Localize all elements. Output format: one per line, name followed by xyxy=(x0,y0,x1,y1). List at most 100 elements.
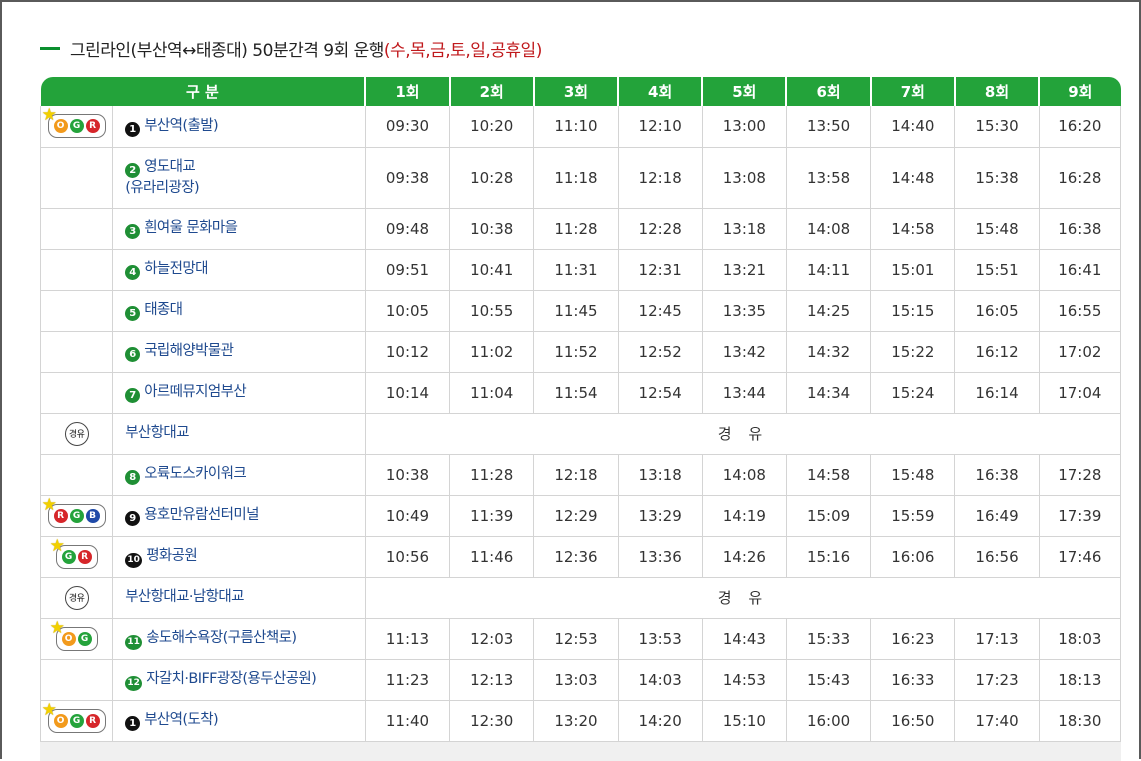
stop-label: 오륙도스카이워크 xyxy=(144,466,247,482)
transport-icon-cell xyxy=(39,372,114,414)
table-row: ★ G R 10 평화공원 10:56 11:46 12:36 13:36 14:26 15:16 1… xyxy=(39,536,1122,578)
time-cell-run-1: 10:05 xyxy=(365,290,451,332)
stop-label: 국립해양박물관 xyxy=(144,343,234,359)
time-cell-run-5: 14:53 xyxy=(702,659,787,701)
time-cell-run-2: 10:38 xyxy=(449,208,535,250)
via-icon: 경유 xyxy=(64,421,89,446)
time-cell-run-4: 13:36 xyxy=(618,536,703,578)
time-cell-run-3: 12:29 xyxy=(533,495,619,537)
stop-label: 용호만유람선터미널 xyxy=(144,507,259,523)
transport-icon-cell: ★ O G R xyxy=(39,700,114,742)
time-cell-run-6: 15:09 xyxy=(786,495,872,537)
table-row: 8 오륙도스카이워크 10:38 11:28 12:18 13:18 14:08 14:58 1… xyxy=(39,454,1122,496)
via-cell: 경 유 xyxy=(365,413,1122,455)
time-cell-run-4: 12:54 xyxy=(618,372,703,414)
time-cell-run-9: 16:20 xyxy=(1039,106,1122,148)
time-cell-run-9: 18:03 xyxy=(1039,618,1122,660)
stop-name: 2 영도대교 (유라리광장) xyxy=(112,147,366,209)
time-cell-run-2: 11:39 xyxy=(449,495,535,537)
time-cell-run-8: 15:38 xyxy=(954,147,1040,209)
time-cell-run-8: 16:05 xyxy=(954,290,1040,332)
transport-icon-cell: ★ O G xyxy=(39,617,114,660)
stop-label: 송도해수욕장(구름산책로) xyxy=(146,629,297,646)
time-cell-run-1: 09:30 xyxy=(365,106,451,148)
time-cell-run-7: 16:50 xyxy=(870,700,956,742)
time-cell-run-5: 13:18 xyxy=(702,208,787,250)
time-cell-run-3: 12:53 xyxy=(533,618,619,660)
stop-number-icon: 2 xyxy=(125,162,141,178)
stop-name: 1 부산역(도착) xyxy=(112,700,366,742)
stop-label: 부산역(도착) xyxy=(144,712,219,728)
time-cell-run-1: 11:13 xyxy=(365,618,451,660)
stop-name: 8 오륙도스카이워크 xyxy=(112,454,366,496)
timetable-header: 구 분 1회 2회 3회 4회 5회 6회 7회 8회 9회 xyxy=(40,77,1121,106)
line-dot-icon: R xyxy=(77,549,92,564)
header-run-9: 9회 xyxy=(1038,77,1121,106)
title-main: 그린라인(부산역↔태종대) 50분간격 9회 운행 xyxy=(70,40,384,61)
stop-label: 흰여울 문화마을 xyxy=(144,220,238,236)
stop-number-icon: 6 xyxy=(125,347,141,362)
time-cell-run-1: 10:56 xyxy=(365,536,451,578)
table-row: 경유 부산항대교·남항대교 경 유 xyxy=(39,577,1122,619)
line-dot-icon: R xyxy=(85,119,100,134)
time-cell-run-7: 14:40 xyxy=(870,106,956,148)
stop-label: 부산항대교·남항대교 xyxy=(125,589,244,605)
time-cell-run-6: 14:25 xyxy=(786,290,872,332)
time-cell-run-6: 14:34 xyxy=(786,372,872,414)
time-cell-run-3: 11:31 xyxy=(533,249,619,291)
stop-label: 태종대 xyxy=(144,302,183,318)
transport-icon-cell: 경유 xyxy=(39,413,114,455)
time-cell-run-8: 15:51 xyxy=(954,249,1040,291)
time-cell-run-5: 13:44 xyxy=(702,372,787,414)
via-cell: 경 유 xyxy=(365,577,1122,619)
time-cell-run-2: 12:30 xyxy=(449,700,535,742)
table-row: 3 흰여울 문화마을 09:48 10:38 11:28 12:28 13:18 14:08 1… xyxy=(39,208,1122,250)
time-cell-run-7: 15:24 xyxy=(870,372,956,414)
stop-name: 부산항대교·남항대교 xyxy=(112,577,366,619)
time-cell-run-9: 18:13 xyxy=(1039,659,1122,701)
time-cell-run-6: 13:50 xyxy=(786,106,872,148)
header-run-3: 3회 xyxy=(532,77,619,106)
stop-number-icon: 3 xyxy=(125,224,141,239)
table-row: ★ R G B 9 용호만유람선터미널 10:49 11:39 12:29 13:29 14:19 1… xyxy=(39,495,1122,537)
star-icon: ★ xyxy=(49,535,65,556)
time-cell-run-6: 14:58 xyxy=(786,454,872,496)
time-cell-run-7: 16:06 xyxy=(870,536,956,578)
header-run-2: 2회 xyxy=(448,77,534,106)
star-icon: ★ xyxy=(49,617,65,638)
table-row: ★ O G R 1 부산역(출발) 09:30 10:20 11:10 12:10 13:00 13:… xyxy=(39,105,1122,148)
header-run-5: 5회 xyxy=(701,77,787,106)
time-cell-run-3: 11:10 xyxy=(533,106,619,148)
time-cell-run-7: 14:58 xyxy=(870,208,956,250)
stop-label-sub: (유라리광장) xyxy=(125,179,200,196)
time-cell-run-5: 13:08 xyxy=(702,147,787,209)
time-cell-run-4: 13:18 xyxy=(618,454,703,496)
time-cell-run-7: 14:48 xyxy=(870,147,956,209)
table-bottom-strip xyxy=(40,742,1121,761)
transit-transfer-badge: ★ G R xyxy=(50,536,98,569)
time-cell-run-5: 14:19 xyxy=(702,495,787,537)
transport-icon-cell xyxy=(39,454,114,496)
time-cell-run-2: 10:41 xyxy=(449,249,535,291)
time-cell-run-6: 14:08 xyxy=(786,208,872,250)
time-cell-run-5: 14:43 xyxy=(702,618,787,660)
time-cell-run-1: 10:12 xyxy=(365,331,451,373)
time-cell-run-5: 14:08 xyxy=(702,454,787,496)
time-cell-run-6: 14:11 xyxy=(786,249,872,291)
transport-icon-cell xyxy=(39,659,114,701)
page-frame: 그린라인(부산역↔태종대) 50분간격 9회 운행 (수,목,금,토,일,공휴일… xyxy=(0,0,1141,761)
header-category: 구 분 xyxy=(40,77,366,106)
stop-label: 아르떼뮤지엄부산 xyxy=(144,384,247,400)
time-cell-run-8: 16:12 xyxy=(954,331,1040,373)
time-cell-run-8: 16:14 xyxy=(954,372,1040,414)
time-cell-run-8: 16:38 xyxy=(954,454,1040,496)
table-row: 7 아르떼뮤지엄부산 10:14 11:04 11:54 12:54 13:44 14:34 1… xyxy=(39,372,1122,414)
transit-transfer-badge: ★ R G B xyxy=(42,495,106,528)
time-cell-run-9: 17:02 xyxy=(1039,331,1122,373)
page-title: 그린라인(부산역↔태종대) 50분간격 9회 운행 (수,목,금,토,일,공휴일… xyxy=(40,36,542,61)
time-cell-run-2: 11:04 xyxy=(449,372,535,414)
time-cell-run-8: 16:49 xyxy=(954,495,1040,537)
header-run-4: 4회 xyxy=(617,77,703,106)
table-row: 경유 부산항대교 경 유 xyxy=(39,413,1122,455)
table-row: ★ O G R 1 부산역(도착) 11:40 12:30 13:20 14:20 15:10 16:… xyxy=(39,700,1122,742)
